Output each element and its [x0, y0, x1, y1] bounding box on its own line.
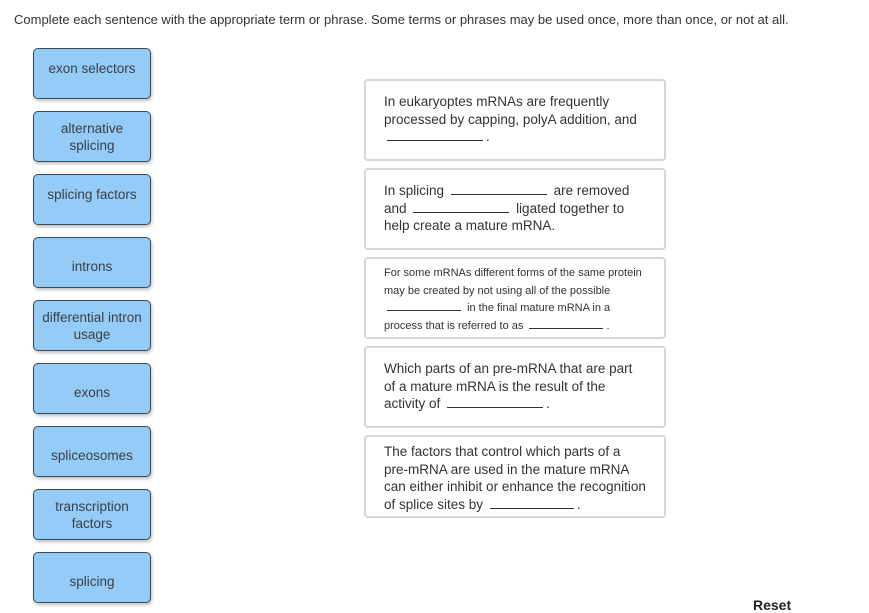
drop-target-blank[interactable]: [447, 395, 544, 408]
term-tile-splicing[interactable]: splicing: [33, 552, 151, 603]
sentence-text: .: [546, 396, 550, 411]
drop-target-blank[interactable]: [529, 318, 604, 329]
term-tile-exon-selectors[interactable]: exon selectors: [33, 48, 151, 99]
sentence-text: For some mRNAs different forms of the sa…: [384, 267, 642, 297]
sentence-card-4: Which parts of an pre-mRNA that are part…: [364, 346, 666, 428]
sentence-text: In eukaryoptes mRNAs are frequently proc…: [384, 94, 637, 127]
drop-target-blank[interactable]: [450, 182, 547, 195]
sentence-text: In splicing: [384, 183, 445, 198]
term-label: alternative splicing: [60, 120, 124, 153]
sentence-card-3: For some mRNAs different forms of the sa…: [364, 257, 666, 339]
sentence-text: .: [606, 319, 610, 332]
drop-target-blank[interactable]: [387, 300, 461, 311]
sentence-card-1: In eukaryoptes mRNAs are frequently proc…: [364, 79, 666, 161]
term-label: transcription factors: [55, 498, 129, 531]
sentence-text: .: [486, 129, 490, 144]
term-tile-exons[interactable]: exons: [33, 363, 151, 414]
drop-target-blank[interactable]: [387, 128, 483, 141]
term-tile-spliceosomes[interactable]: spliceosomes: [33, 426, 151, 477]
instructions: Complete each sentence with the appropri…: [14, 12, 789, 27]
sentence-text: .: [576, 496, 581, 512]
drop-target-blank[interactable]: [489, 496, 574, 509]
term-tile-alternative-splicing[interactable]: alternative splicing: [33, 111, 151, 162]
sentence-card-5: The factors that control which parts of …: [364, 435, 666, 518]
reset-button[interactable]: Reset: [753, 597, 791, 613]
term-tile-introns[interactable]: introns: [33, 237, 151, 288]
sentence-card-2: In splicing are removed and ligated toge…: [364, 168, 666, 250]
term-tile-differential-intron-usage[interactable]: differential intron usage: [33, 300, 151, 351]
term-label: differential intron usage: [42, 309, 142, 342]
drop-target-blank[interactable]: [413, 200, 510, 213]
term-tile-splicing-factors[interactable]: splicing factors: [33, 174, 151, 225]
term-tile-transcription-factors[interactable]: transcription factors: [33, 489, 151, 540]
